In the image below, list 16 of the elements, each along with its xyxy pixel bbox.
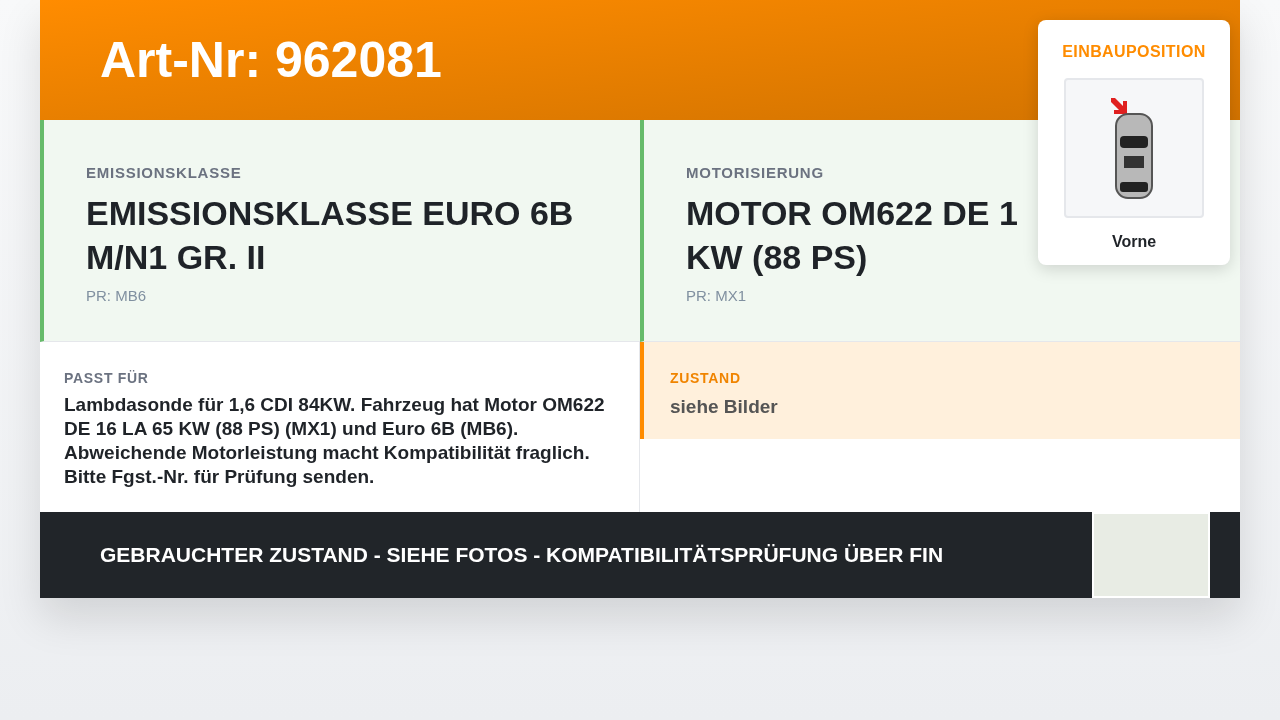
condition-label: ZUSTAND: [670, 369, 741, 388]
arrow-icon: [1109, 96, 1129, 116]
fitment-text: Lambdasonde für 1,6 CDI 84KW. Fahrzeug hat Motor OM622 DE 16 LA 65 KW (88 PS) (MX1) und Euro 6B (MB6). Abweichende Motorleistung macht Kompatibilität fraglich. Bitte Fgst.-Nr. für Prüfung senden.: [64, 393, 606, 489]
condition-text: siehe Bilder: [670, 395, 778, 419]
spec-code: PR: MB6: [86, 285, 146, 306]
spec-label: MOTORISIERUNG: [686, 163, 824, 183]
position-label: EINBAUPOSITION: [1062, 42, 1206, 62]
spec-value: MOTOR OM622 DE 1 KW (88 PS): [686, 192, 1019, 278]
footer-text: GEBRAUCHTER ZUSTAND - SIEHE FOTOS - KOMPATIBILITÄTSPRÜFUNG ÜBER FIN: [100, 542, 944, 569]
spec-code: PR: MX1: [686, 285, 746, 306]
spec-value: EMISSIONSKLASSE EURO 6B M/N1 GR. II: [86, 192, 575, 278]
car-icon: [1112, 112, 1156, 200]
position-value: Vorne: [1111, 232, 1157, 252]
spec-label: EMISSIONSKLASSE: [86, 163, 242, 183]
article-number: Art-Nr: 962081: [100, 35, 442, 85]
fitment-label: PASST FÜR: [64, 369, 150, 388]
